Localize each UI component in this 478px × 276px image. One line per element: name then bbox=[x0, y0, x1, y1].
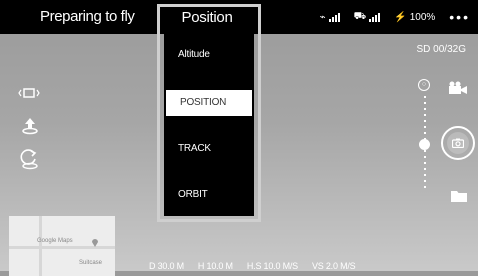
exposure-slider-knob[interactable] bbox=[419, 139, 430, 150]
mode-option-orbit[interactable]: ORBIT bbox=[164, 182, 254, 208]
map-label: Suitcase bbox=[79, 260, 103, 266]
height-readout: H 10.0 M bbox=[197, 261, 233, 271]
distance-readout: D 30.0 M bbox=[149, 261, 184, 271]
remote-signal: ⛟ bbox=[354, 11, 381, 24]
drone-icon: ⛟ bbox=[353, 10, 367, 22]
video-camera-icon[interactable] bbox=[448, 81, 468, 100]
top-indicators: ⌁ ⛟ ⚡ 100% ••• bbox=[320, 9, 470, 25]
remote-bars-icon bbox=[369, 12, 381, 22]
more-menu-button[interactable]: ••• bbox=[449, 9, 470, 25]
gps-signal: ⌁ bbox=[320, 12, 340, 23]
zoom-reset-icon[interactable]: ○ bbox=[418, 79, 430, 91]
map-road bbox=[9, 246, 115, 249]
mode-option-position[interactable]: POSITION bbox=[166, 90, 252, 116]
mode-dropdown: Altitude POSITION TRACK ORBIT bbox=[164, 34, 254, 216]
folder-icon[interactable] bbox=[450, 189, 468, 208]
flight-status: Preparing to fly bbox=[40, 8, 135, 25]
return-home-icon[interactable] bbox=[19, 149, 41, 174]
takeoff-icon[interactable] bbox=[20, 116, 40, 139]
satellite-icon: ⌁ bbox=[319, 11, 326, 23]
mode-option-altitude[interactable]: Altitude bbox=[164, 42, 254, 68]
mini-map[interactable]: Google Maps Suitcase bbox=[9, 216, 115, 276]
camera-shutter-icon bbox=[447, 132, 469, 154]
aspect-ratio-icon[interactable] bbox=[18, 86, 40, 103]
map-label: Google Maps bbox=[37, 238, 73, 244]
storage-indicator: SD 00/32G bbox=[416, 44, 466, 55]
vertical-speed-readout: VS 2.0 M/S bbox=[311, 261, 356, 271]
shutter-button[interactable] bbox=[441, 126, 475, 160]
battery-level: 100% bbox=[409, 11, 436, 23]
map-road bbox=[39, 216, 42, 276]
battery-indicator: ⚡ 100% bbox=[394, 12, 435, 23]
telemetry-bar: D 30.0 M H 10.0 M H.S 10.0 M/S VS 2.0 M/… bbox=[149, 261, 356, 271]
map-pin-icon bbox=[91, 234, 99, 252]
gps-bars-icon bbox=[328, 12, 340, 22]
horizontal-speed-readout: H.S 10.0 M/S bbox=[246, 261, 298, 271]
battery-icon: ⚡ bbox=[394, 11, 407, 23]
mode-option-track[interactable]: TRACK bbox=[164, 136, 254, 162]
